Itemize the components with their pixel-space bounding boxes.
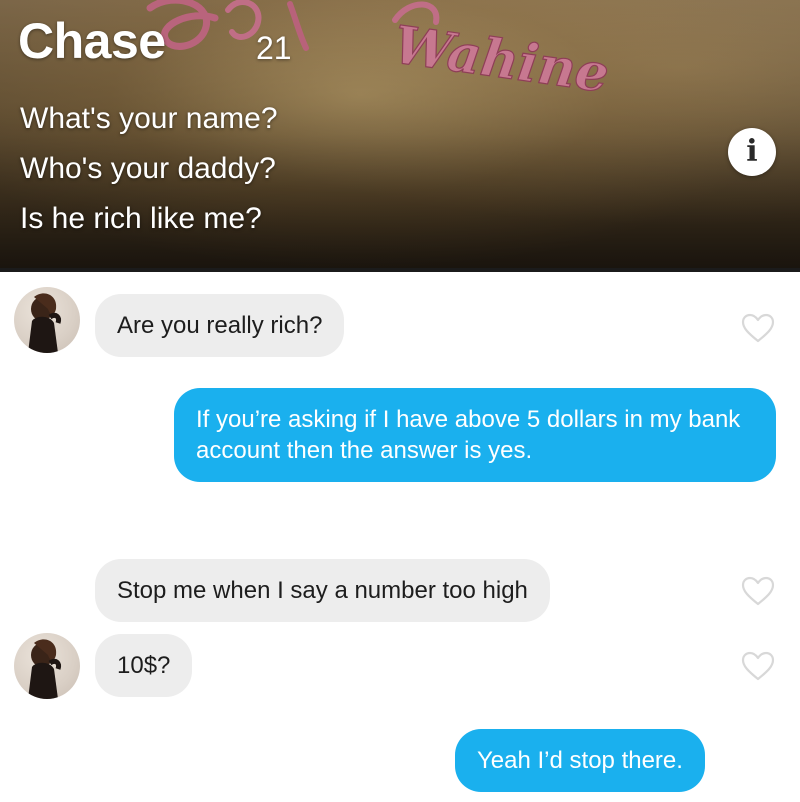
info-icon: i	[746, 134, 758, 169]
profile-bio: What's your name? Who's your daddy? Is h…	[20, 94, 520, 244]
heart-outline-icon	[741, 313, 775, 343]
bio-line: What's your name?	[20, 102, 278, 135]
message-text: Stop me when I say a number too high	[117, 577, 528, 604]
message-text: If you’re asking if I have above 5 dolla…	[196, 406, 741, 464]
heart-outline-icon	[741, 651, 775, 681]
profile-name: Chase	[18, 13, 166, 69]
message-bubble-outgoing: If you’re asking if I have above 5 dolla…	[174, 388, 776, 482]
avatar-photo	[28, 293, 61, 353]
message-text: 10$?	[117, 652, 171, 679]
heart-outline-icon	[741, 576, 775, 606]
message-bubble-incoming: 10$?	[95, 634, 193, 697]
message-bubble-incoming: Are you really rich?	[95, 294, 345, 357]
header-divider	[0, 268, 800, 272]
message-text: Yeah I’d stop there.	[477, 747, 683, 774]
chat-screen: Wahine Chase 21 What's your name? Who's …	[0, 0, 800, 802]
like-message-button[interactable]	[740, 650, 776, 682]
match-avatar[interactable]	[14, 287, 80, 353]
like-message-button[interactable]	[740, 575, 776, 607]
bio-line: Is he rich like me?	[20, 202, 262, 235]
message-bubble-outgoing: Yeah I’d stop there.	[455, 729, 705, 792]
profile-info-button[interactable]: i	[728, 128, 776, 176]
profile-header[interactable]: Wahine Chase 21 What's your name? Who's …	[0, 0, 800, 270]
profile-age: 21	[256, 30, 292, 66]
avatar-photo	[28, 639, 61, 699]
bio-line: Who's your daddy?	[20, 152, 276, 185]
message-text: Are you really rich?	[117, 312, 323, 339]
message-bubble-incoming: Stop me when I say a number too high	[95, 559, 550, 622]
like-message-button[interactable]	[740, 312, 776, 344]
match-avatar[interactable]	[14, 633, 80, 699]
